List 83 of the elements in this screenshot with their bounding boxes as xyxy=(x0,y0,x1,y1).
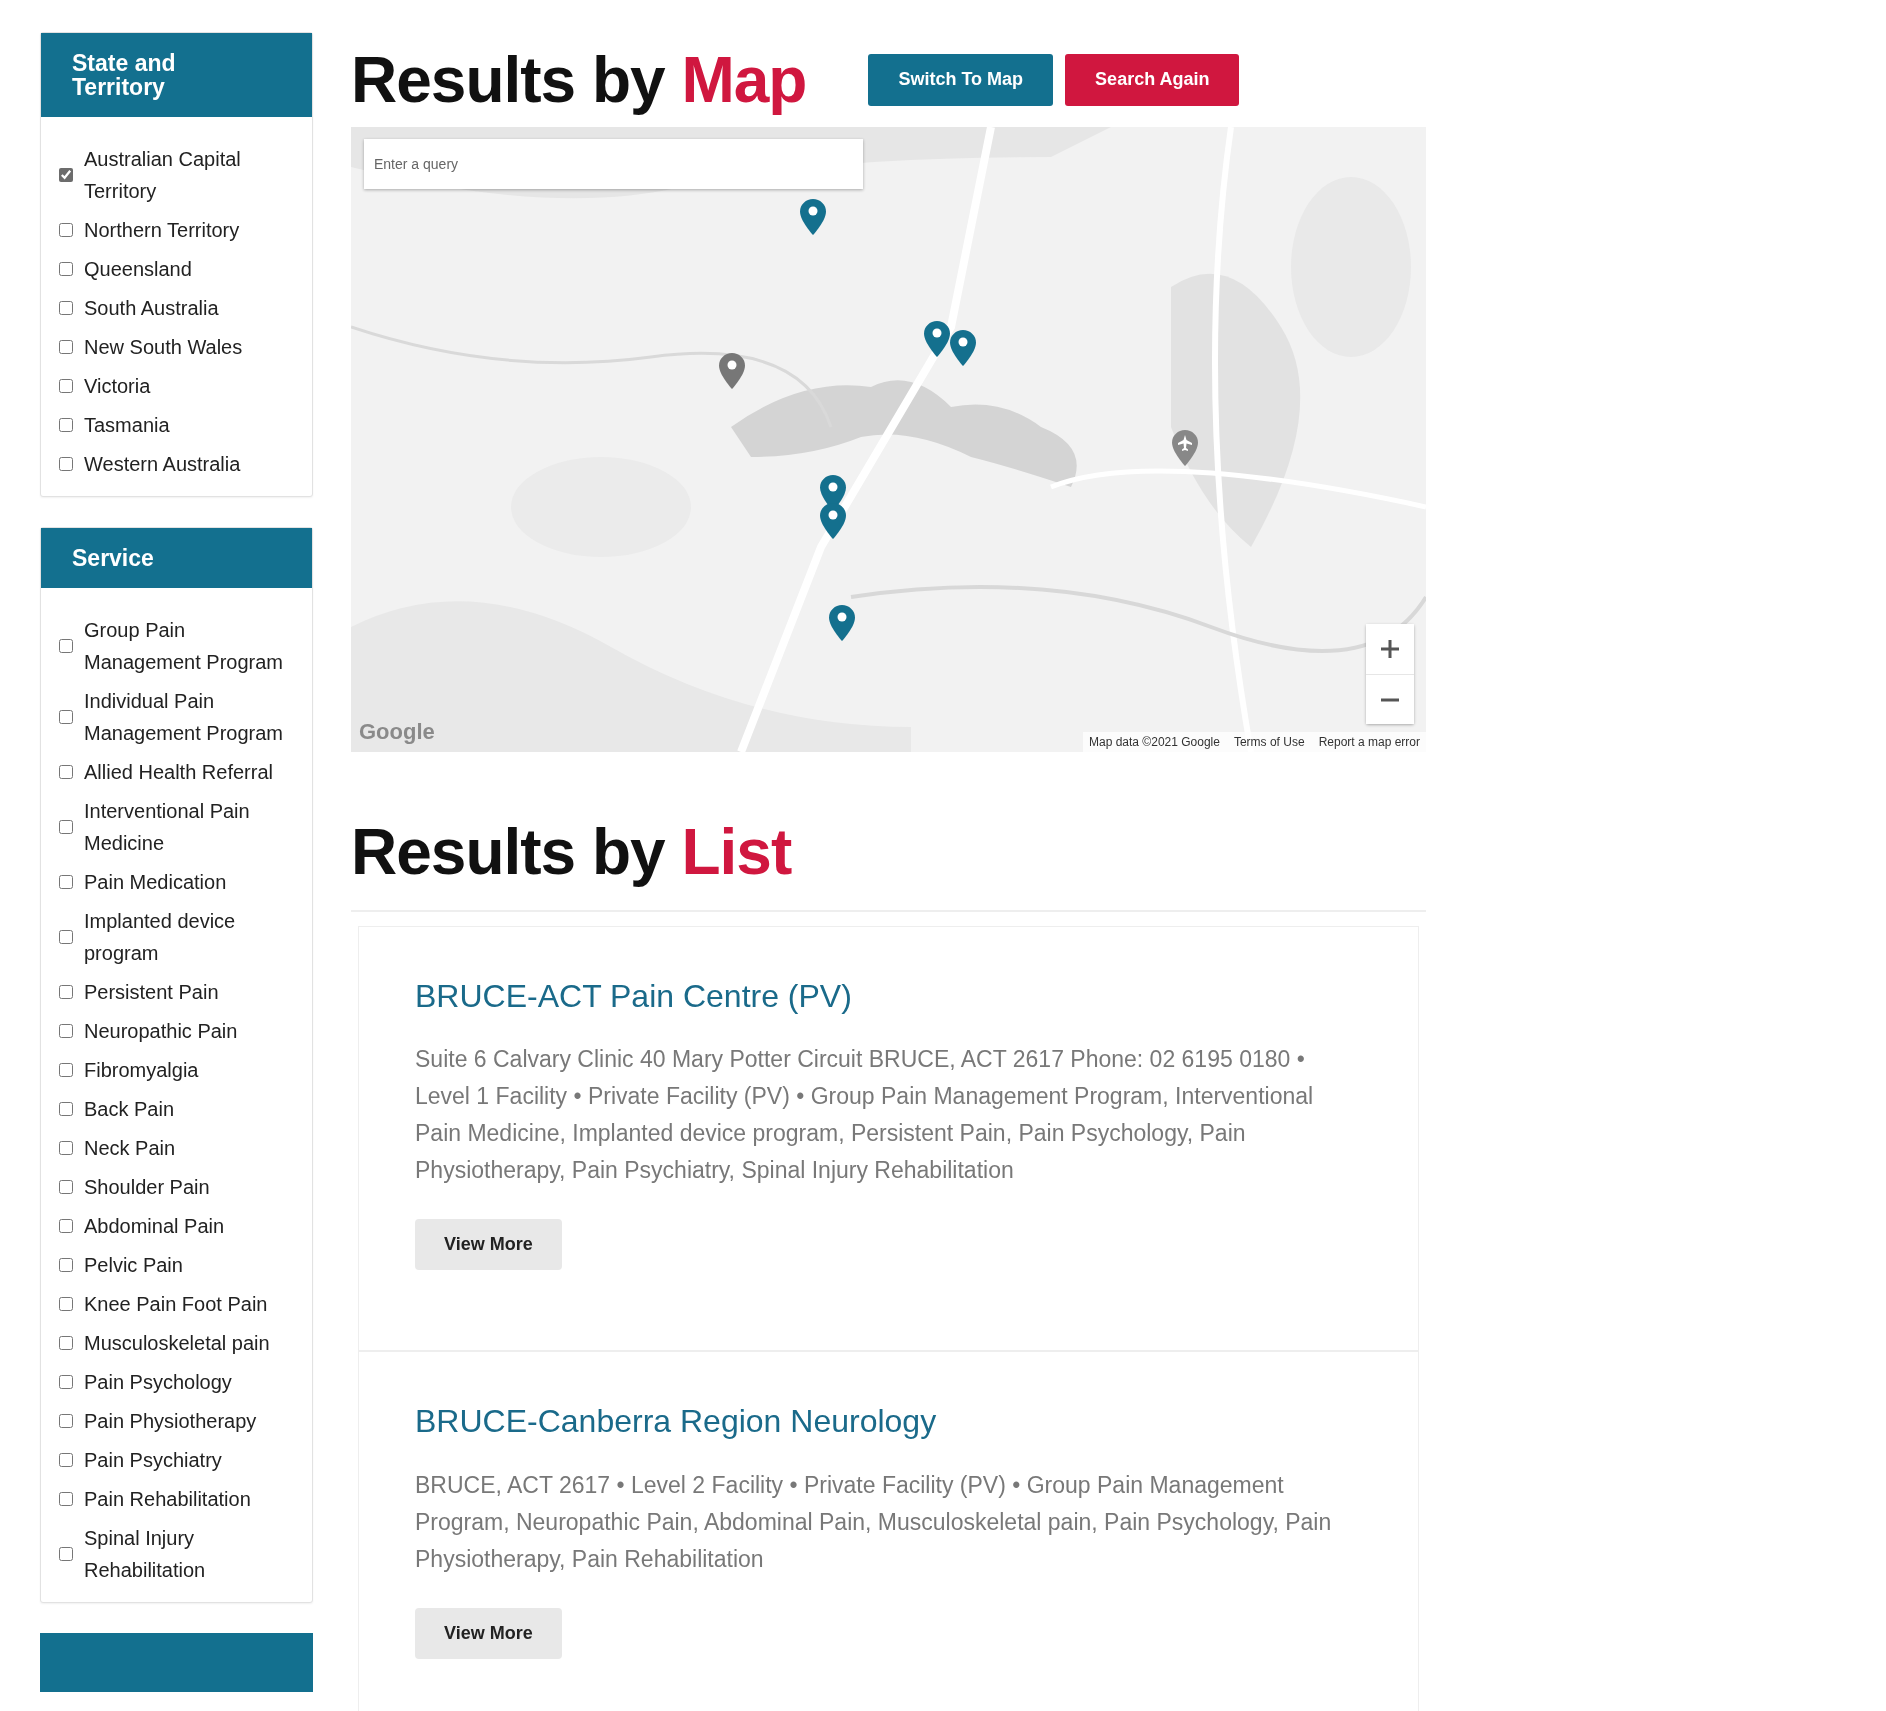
option-label: Group Pain Management Program xyxy=(84,618,284,676)
action-button[interactable]: Search Again xyxy=(1065,53,1240,106)
option-label: Implanted device program xyxy=(84,909,237,967)
checkbox[interactable] xyxy=(59,1375,73,1390)
map-pin-icon[interactable] xyxy=(950,330,976,366)
checkbox[interactable] xyxy=(59,930,73,945)
checkbox[interactable] xyxy=(59,457,73,472)
map-pin-icon[interactable] xyxy=(719,353,745,389)
option-label: Pain Medication xyxy=(84,870,227,896)
stacked-pins-drawing[interactable] xyxy=(820,475,846,539)
search-field[interactable]: Enter a query xyxy=(364,139,863,189)
checkbox[interactable] xyxy=(59,1063,73,1078)
checkbox[interactable] xyxy=(59,1492,73,1507)
option-label: Neck Pain xyxy=(84,1136,176,1162)
checkbox[interactable] xyxy=(59,1141,73,1156)
checkbox[interactable] xyxy=(59,223,73,238)
minus-icon xyxy=(1380,697,1400,702)
option-label: Tasmania xyxy=(84,413,170,439)
checkbox[interactable] xyxy=(59,1453,73,1468)
option-label: Pain Rehabilitation xyxy=(84,1487,251,1513)
checkbox[interactable] xyxy=(59,875,73,890)
map-link[interactable]: Terms of Use xyxy=(1233,733,1305,751)
option-label: Australian Capital Territory xyxy=(84,147,242,205)
option-label: Pain Physiotherapy xyxy=(84,1409,257,1435)
checkbox[interactable] xyxy=(59,985,73,1000)
checkbox[interactable] xyxy=(59,262,73,277)
panel-header: State and Territory xyxy=(41,33,312,118)
map-pin-icon[interactable] xyxy=(924,321,950,357)
option-label: Pain Psychology xyxy=(84,1370,232,1396)
airplane-pin-icon[interactable] xyxy=(1172,430,1198,466)
checkbox[interactable] xyxy=(59,1180,73,1195)
view-more-button[interactable]: View More xyxy=(415,1607,562,1659)
attribution-text: Map data ©2021 Google xyxy=(1089,734,1220,751)
checkbox[interactable] xyxy=(59,765,73,780)
checkbox[interactable] xyxy=(59,418,73,433)
option-label: Persistent Pain xyxy=(84,980,219,1006)
checkbox[interactable] xyxy=(59,1547,73,1562)
option-label: Pelvic Pain xyxy=(84,1253,183,1279)
result-details: Suite 6 Calvary Clinic 40 Mary Potter Circuit BRUCE, ACT 2617 Phone: 02 6195 0180 • Level 1 Facility • Private Facility (PV) • Group Pain Management Program, Interventional Pain Medicine, Implanted device program, Persistent Pain, Pain Psychology, Pain Physiotherapy, Pain Psychiatry, Spinal Injury Rehabilitation xyxy=(415,1045,1315,1186)
option-label: Western Australia xyxy=(84,452,241,478)
option-label: Abdominal Pain xyxy=(84,1214,225,1240)
map-pin-icon[interactable] xyxy=(829,605,855,641)
checkbox[interactable] xyxy=(59,1219,73,1234)
map-link[interactable]: Report a map error xyxy=(1318,733,1420,751)
map-logo: Google xyxy=(359,718,435,746)
checkbox[interactable] xyxy=(59,820,73,835)
option-label: Queensland xyxy=(84,257,192,283)
checkbox[interactable] xyxy=(59,1297,73,1312)
result-title[interactable]: BRUCE-ACT Pain Centre (PV) xyxy=(415,977,1362,1016)
option-label: Interventional Pain Medicine xyxy=(84,799,251,857)
checkbox[interactable] xyxy=(59,340,73,355)
map-pin-icon[interactable] xyxy=(800,199,826,235)
checkbox[interactable] xyxy=(59,1414,73,1429)
checkbox[interactable] xyxy=(59,301,73,316)
option-label: Musculoskeletal pain xyxy=(84,1331,270,1357)
action-button[interactable]: Switch To Map xyxy=(868,53,1054,106)
option-label: Victoria xyxy=(84,374,151,400)
option-label: Spinal Injury Rehabilitation xyxy=(84,1526,207,1584)
checkbox[interactable] xyxy=(59,379,73,394)
plus-icon xyxy=(1380,639,1400,659)
option-label: Fibromyalgia xyxy=(84,1058,199,1084)
result-details: BRUCE, ACT 2617 • Level 2 Facility • Private Facility (PV) • Group Pain Management Program, Neuropathic Pain, Abdominal Pain, Musculoskeletal pain, Pain Psychology, Pain Physiotherapy, Pain Rehabilitation xyxy=(415,1470,1333,1574)
option-label: South Australia xyxy=(84,296,219,322)
checkbox[interactable] xyxy=(59,1258,73,1273)
checkbox[interactable] xyxy=(59,1102,73,1117)
checkbox[interactable] xyxy=(59,168,73,183)
option-label: Northern Territory xyxy=(84,218,240,244)
checkbox[interactable] xyxy=(59,639,73,654)
view-more-button[interactable]: View More xyxy=(415,1219,562,1271)
option-label: Allied Health Referral xyxy=(84,760,273,786)
option-label: Neuropathic Pain xyxy=(84,1019,238,1045)
zoom-in-button[interactable] xyxy=(1366,624,1414,674)
result-title[interactable]: BRUCE-Canberra Region Neurology xyxy=(415,1402,1362,1441)
checkbox[interactable] xyxy=(59,710,73,725)
option-label: Individual Pain Management Program xyxy=(84,689,284,747)
option-label: Shoulder Pain xyxy=(84,1175,210,1201)
option-label: Knee Pain Foot Pain xyxy=(84,1292,268,1318)
checkbox[interactable] xyxy=(59,1336,73,1351)
option-label: New South Wales xyxy=(84,335,243,361)
option-label: Back Pain xyxy=(84,1097,175,1123)
panel-header: Service xyxy=(41,528,312,589)
option-label: Pain Psychiatry xyxy=(84,1448,222,1474)
checkbox[interactable] xyxy=(59,1024,73,1039)
